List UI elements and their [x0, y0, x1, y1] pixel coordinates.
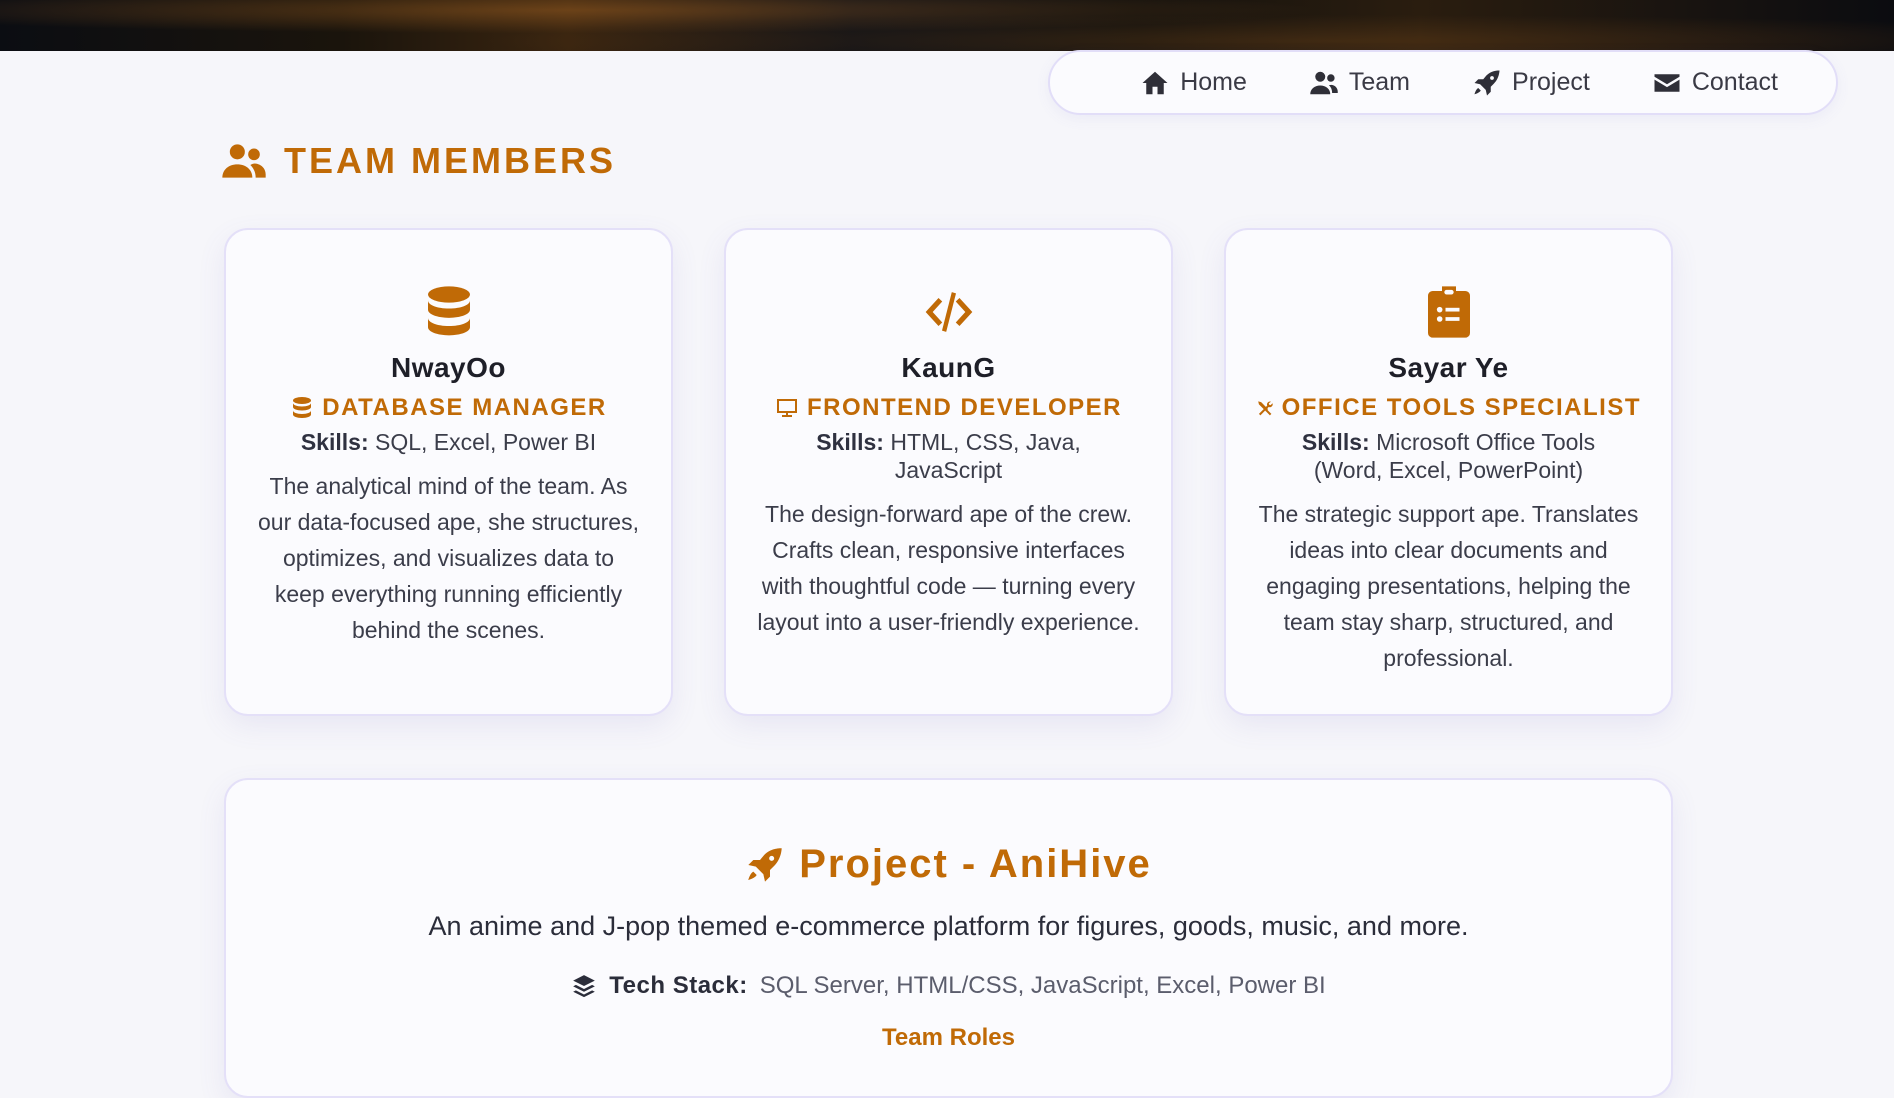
layer-group-icon	[573, 975, 596, 998]
member-description: The design-forward ape of the crew. Craf…	[757, 501, 1140, 635]
skills-value: SQL, Excel, Power BI	[375, 429, 597, 455]
clipboard-list-icon	[1256, 284, 1641, 340]
envelope-icon	[1654, 73, 1680, 92]
project-title: Project - AniHive	[226, 842, 1671, 887]
code-icon	[756, 284, 1141, 340]
member-role: FRONTEND DEVELOPER	[756, 394, 1141, 422]
member-description: The analytical mind of the team. As our …	[258, 473, 639, 643]
nav-team-label: Team	[1348, 68, 1411, 96]
member-card-nwayoo: NwayOo DATABASE MANAGER Skills: SQL, Exc…	[224, 228, 673, 716]
skills-label: Skills:	[816, 429, 884, 455]
member-role-label: OFFICE TOOLS SPECIALIST	[1281, 394, 1641, 421]
team-members-heading: TEAM MEMBERS	[222, 140, 616, 182]
member-role: OFFICE TOOLS SPECIALIST	[1256, 394, 1641, 422]
member-description: The strategic support ape. Translates id…	[1258, 501, 1639, 671]
nav-team-link[interactable]: Team	[1309, 68, 1410, 98]
home-icon	[1142, 71, 1168, 94]
member-role-label: DATABASE MANAGER	[322, 394, 607, 421]
project-panel: Project - AniHive An anime and J-pop the…	[224, 778, 1673, 1098]
nav-contact-label: Contact	[1691, 68, 1778, 96]
desktop-icon	[776, 399, 797, 417]
database-icon	[256, 284, 641, 340]
member-role-label: FRONTEND DEVELOPER	[806, 394, 1123, 421]
member-name: NwayOo	[390, 352, 507, 383]
project-description: An anime and J-pop themed e-commerce pla…	[428, 911, 1469, 941]
section-title-text: TEAM MEMBERS	[284, 140, 616, 181]
nav-home-label: Home	[1180, 68, 1247, 96]
member-card-sayar-ye: Sayar Ye OFFICE TOOLS SPECIALIST Skills:…	[1224, 228, 1673, 716]
tech-stack-label: Tech Stack:	[609, 972, 748, 999]
tech-stack-value: SQL Server, HTML/CSS, JavaScript, Excel,…	[759, 972, 1326, 999]
team-roles-heading: Team Roles	[882, 1024, 1015, 1051]
skills-value: HTML, CSS, Java, JavaScript	[890, 429, 1081, 483]
users-icon	[1310, 71, 1338, 94]
member-name: KaunG	[901, 352, 996, 383]
hero-banner-strip	[0, 0, 1894, 51]
tech-stack: Tech Stack: SQL Server, HTML/CSS, JavaSc…	[226, 972, 1671, 1000]
member-name: Sayar Ye	[1388, 352, 1509, 383]
nav-home-link[interactable]: Home	[1140, 68, 1247, 98]
member-role: DATABASE MANAGER	[256, 394, 641, 422]
member-skills: Skills: SQL, Excel, Power BI	[256, 428, 641, 456]
rocket-icon	[1474, 69, 1500, 95]
nav-contact-link[interactable]: Contact	[1652, 68, 1778, 98]
member-skills: Skills: HTML, CSS, Java, JavaScript	[756, 428, 1141, 484]
project-title-text: Project - AniHive	[799, 842, 1152, 886]
database-icon	[293, 397, 312, 418]
skills-label: Skills:	[1301, 429, 1370, 455]
top-navbar: Home Team Project Contact	[1048, 50, 1838, 115]
nav-project-label: Project	[1512, 68, 1590, 96]
member-skills: Skills: Microsoft Office Tools (Word, Ex…	[1256, 428, 1641, 484]
rocket-icon	[748, 847, 782, 882]
member-card-kaung: KaunG FRONTEND DEVELOPER Skills: HTML, C…	[724, 228, 1173, 716]
tools-icon	[1258, 401, 1273, 416]
skills-label: Skills:	[300, 429, 369, 455]
nav-project-link[interactable]: Project	[1472, 68, 1590, 98]
users-icon	[222, 144, 266, 178]
